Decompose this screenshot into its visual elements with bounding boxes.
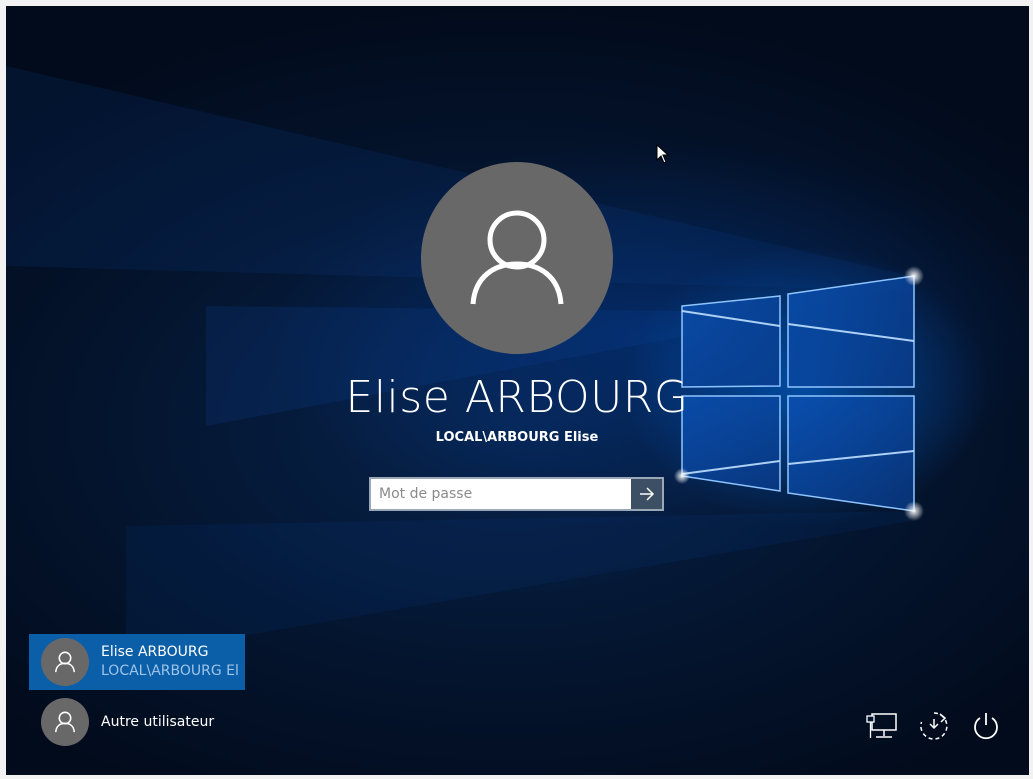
password-box xyxy=(369,477,664,511)
user-domain: LOCAL\ARBOURG Elise xyxy=(435,430,599,445)
password-input[interactable] xyxy=(371,479,631,509)
avatar xyxy=(41,698,89,746)
user-icon xyxy=(470,210,564,305)
corner-controls xyxy=(866,710,1002,742)
user-icon xyxy=(54,651,76,673)
network-icon xyxy=(866,713,897,738)
user-avatar xyxy=(421,162,613,354)
network-button[interactable] xyxy=(866,710,898,742)
user-list: Elise ARBOURG LOCAL\ARBOURG El Autre uti… xyxy=(29,634,245,754)
power-button[interactable] xyxy=(970,710,1002,742)
user-item-account: LOCAL\ARBOURG El xyxy=(101,663,239,679)
user-item-other[interactable]: Autre utilisateur xyxy=(29,694,245,750)
avatar xyxy=(41,638,89,686)
ease-of-access-button[interactable] xyxy=(918,710,950,742)
user-item-name: Elise ARBOURG xyxy=(101,644,209,660)
user-item-name: Autre utilisateur xyxy=(101,714,215,730)
submit-button[interactable] xyxy=(631,479,662,509)
power-icon xyxy=(974,713,998,740)
lock-screen: Elise ARBOURG LOCAL\ARBOURG Elise Elise … xyxy=(6,6,1029,775)
user-icon xyxy=(54,711,76,733)
user-item-elise[interactable]: Elise ARBOURG LOCAL\ARBOURG El xyxy=(29,634,245,690)
mouse-cursor-icon xyxy=(656,144,670,164)
user-name: Elise ARBOURG xyxy=(345,372,689,423)
arrow-right-icon xyxy=(639,487,654,501)
ease-of-access-icon xyxy=(920,712,948,740)
